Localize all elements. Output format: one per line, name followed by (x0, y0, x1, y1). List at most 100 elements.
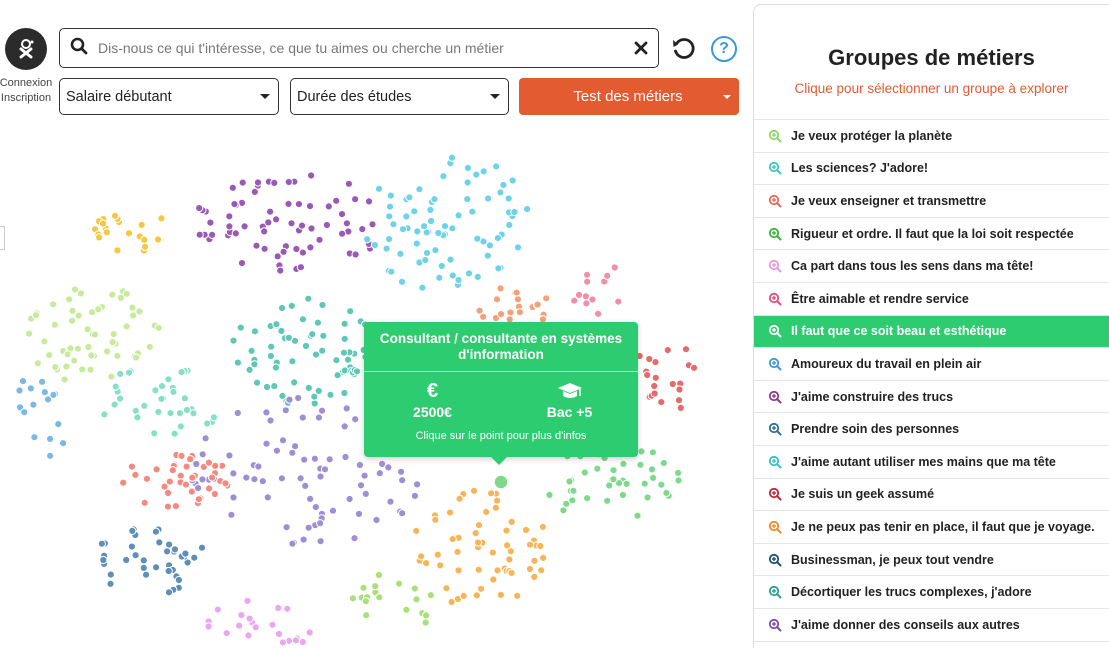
job-dot[interactable] (231, 229, 240, 238)
job-dot[interactable] (229, 493, 238, 502)
job-dot[interactable] (412, 526, 421, 535)
job-dot[interactable] (310, 399, 319, 408)
job-dot[interactable] (463, 178, 472, 187)
job-dot[interactable] (622, 479, 631, 488)
job-dot[interactable] (340, 422, 349, 431)
job-dot[interactable] (316, 537, 325, 546)
group-item[interactable]: J'aime donner des conseils aux autres (754, 609, 1109, 642)
job-dot[interactable] (445, 508, 455, 517)
job-dot[interactable] (128, 526, 137, 535)
job-dot[interactable] (647, 465, 657, 474)
job-dot[interactable] (154, 407, 163, 416)
job-dot[interactable] (252, 241, 261, 250)
job-dot[interactable] (340, 319, 349, 328)
job-dot[interactable] (515, 308, 524, 317)
job-dot[interactable] (482, 507, 491, 516)
job-dot[interactable] (97, 539, 107, 548)
job-dot[interactable] (398, 476, 407, 485)
job-dot[interactable] (31, 311, 41, 320)
job-dot[interactable] (447, 153, 457, 162)
job-dot[interactable] (266, 207, 275, 216)
job-dot[interactable] (62, 362, 71, 371)
job-dot[interactable] (287, 301, 296, 310)
job-dot[interactable] (397, 467, 406, 476)
job-dot[interactable] (674, 396, 684, 405)
job-dot[interactable] (368, 220, 377, 229)
job-dot[interactable] (139, 556, 148, 565)
job-dot[interactable] (633, 511, 642, 520)
job-dot[interactable] (170, 429, 179, 438)
job-dot[interactable] (284, 199, 293, 209)
job-dot[interactable] (448, 271, 457, 280)
job-dot[interactable] (272, 320, 281, 329)
job-dot[interactable] (340, 388, 349, 398)
job-dot[interactable] (583, 494, 592, 503)
job-dot[interactable] (26, 384, 35, 393)
job-dot[interactable] (304, 294, 313, 303)
job-dot[interactable] (197, 543, 207, 552)
job-dot[interactable] (474, 565, 483, 574)
job-dot[interactable] (385, 212, 394, 221)
job-dot[interactable] (54, 420, 63, 429)
job-dot[interactable] (45, 351, 54, 360)
job-dot[interactable] (70, 356, 79, 365)
job-dot[interactable] (18, 377, 28, 386)
job-dot[interactable] (127, 542, 136, 551)
job-dot[interactable] (674, 476, 683, 485)
job-dot[interactable] (413, 480, 422, 489)
job-dot[interactable] (90, 330, 100, 339)
job-dot[interactable] (164, 566, 173, 576)
job-dot[interactable] (474, 521, 484, 530)
job-dot[interactable] (345, 494, 354, 504)
job-dot[interactable] (356, 481, 366, 490)
job-dot[interactable] (176, 422, 185, 431)
job-dot[interactable] (163, 547, 172, 556)
job-dot[interactable] (396, 249, 405, 258)
job-dot[interactable] (247, 346, 256, 355)
job-dot[interactable] (103, 347, 112, 356)
job-dot[interactable] (421, 256, 430, 265)
job-dot[interactable] (675, 385, 684, 394)
job-dot[interactable] (426, 205, 435, 215)
job-dot[interactable] (338, 229, 347, 238)
job-dot[interactable] (139, 563, 148, 572)
job-dot[interactable] (225, 212, 234, 221)
job-dot[interactable] (496, 188, 505, 197)
job-dot[interactable] (40, 337, 49, 346)
job-dot[interactable] (84, 342, 93, 352)
job-dot[interactable] (283, 604, 292, 613)
job-dot[interactable] (49, 300, 58, 309)
job-dot[interactable] (337, 210, 347, 219)
group-item[interactable]: Il faut que ce soit beau et esthétique (754, 315, 1109, 349)
job-dot[interactable] (268, 620, 277, 629)
job-dot[interactable] (537, 566, 546, 575)
job-dot[interactable] (614, 297, 623, 306)
job-dot[interactable] (128, 303, 137, 312)
job-dot[interactable] (165, 540, 174, 549)
job-dot[interactable] (637, 447, 646, 456)
job-dot[interactable] (431, 515, 440, 524)
job-dot[interactable] (314, 413, 323, 422)
job-dot[interactable] (436, 561, 445, 570)
job-dot[interactable] (163, 502, 172, 511)
job-dot[interactable] (326, 390, 335, 399)
job-dot[interactable] (152, 563, 161, 572)
job-dot[interactable] (122, 289, 131, 298)
group-item[interactable]: Je suis un geek assumé (754, 479, 1109, 512)
job-dot[interactable] (296, 474, 305, 483)
job-dot[interactable] (140, 401, 149, 410)
job-dot[interactable] (645, 354, 654, 364)
job-dot[interactable] (222, 628, 231, 638)
job-dot[interactable] (434, 228, 443, 238)
job-dot[interactable] (545, 490, 554, 499)
job-dot[interactable] (281, 406, 290, 415)
job-dot[interactable] (507, 568, 516, 577)
job-dot[interactable] (643, 370, 652, 380)
job-dot[interactable] (242, 473, 251, 482)
job-dot[interactable] (221, 479, 230, 488)
job-dot[interactable] (180, 394, 189, 403)
job-dot[interactable] (137, 220, 146, 230)
job-dot[interactable] (506, 308, 515, 317)
job-dot[interactable] (306, 243, 315, 252)
duration-select[interactable]: Durée des études (290, 78, 509, 115)
